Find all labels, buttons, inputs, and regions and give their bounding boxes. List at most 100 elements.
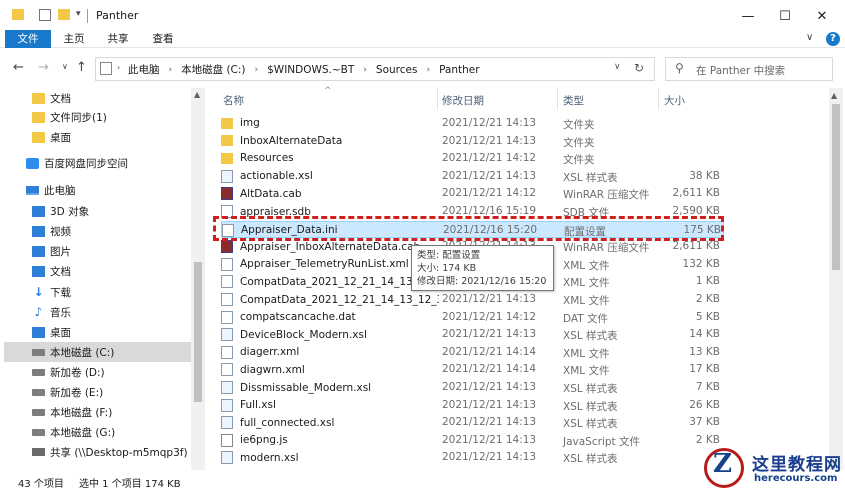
- nav-item[interactable]: 桌面: [0, 322, 190, 342]
- xsl-file-icon: [221, 416, 233, 430]
- nav-item[interactable]: 文件同步(1): [0, 107, 190, 127]
- tab-share[interactable]: 共享: [100, 30, 136, 48]
- file-row[interactable]: modern.xsl2021/12/21 14:13XSL 样式表1: [221, 449, 724, 466]
- back-arrow-icon[interactable]: ←: [13, 60, 24, 75]
- location-icon: [100, 62, 112, 75]
- file-row[interactable]: full_connected.xsl 2021/12/21 14:13 XSL 样式…: [221, 414, 724, 431]
- nav-item[interactable]: 视频: [0, 221, 190, 241]
- nav-item[interactable]: 文档: [0, 88, 190, 108]
- nav-scrollbar-thumb[interactable]: [194, 262, 202, 402]
- file-row[interactable]: compatscancache.dat 2021/12/21 14:12 DAT 文…: [221, 309, 724, 326]
- close-button[interactable]: ✕: [800, 0, 844, 32]
- crumb-sources[interactable]: Sources: [376, 64, 418, 76]
- file-size: 1 KB: [695, 275, 720, 288]
- file-size: 2,611 KB: [672, 240, 721, 253]
- nav-item-label: 此电脑: [44, 184, 76, 197]
- file-row[interactable]: Dissmissable_Modern.xsl 2021/12/21 14:13 X…: [221, 379, 724, 396]
- file-size: 5 KB: [695, 310, 720, 323]
- address-dropdown-icon[interactable]: ∨: [614, 62, 621, 72]
- crumb-drive-c[interactable]: 本地磁盘 (C:): [181, 62, 245, 77]
- column-divider[interactable]: [557, 88, 558, 110]
- tab-home[interactable]: 主页: [56, 30, 92, 48]
- nav-item[interactable]: 桌面: [0, 127, 190, 147]
- file-type: XSL 样式表: [563, 418, 618, 431]
- scroll-up-icon[interactable]: ▲: [831, 91, 837, 100]
- nav-item[interactable]: 图片: [0, 241, 190, 261]
- file-name-cell: CompatData_2021_12_21_14_13_08: [221, 275, 439, 289]
- xsl-file-icon: [221, 169, 233, 183]
- column-size[interactable]: 大小: [664, 93, 685, 108]
- crumb-windows-bt[interactable]: $WINDOWS.~BT: [267, 64, 354, 76]
- file-icon: [221, 293, 233, 306]
- file-size: 2 KB: [695, 433, 720, 446]
- nav-item[interactable]: ↓ 下载: [0, 282, 190, 302]
- file-row[interactable]: InboxAlternateData 2021/12/21 14:13 文件夹: [221, 133, 724, 150]
- file-tooltip: 类型: 配置设置 大小: 174 KB 修改日期: 2021/12/16 15:…: [411, 245, 554, 291]
- file-name-cell: Appraiser_TelemetryRunList.xml: [221, 257, 439, 271]
- refresh-icon[interactable]: ↻: [634, 61, 644, 75]
- tab-file[interactable]: 文件: [5, 30, 51, 48]
- expand-ribbon-icon[interactable]: ∨: [806, 32, 813, 43]
- file-row[interactable]: DeviceBlock_Modern.xsl 2021/12/21 14:13 XS…: [221, 326, 724, 343]
- file-date: 2021/12/21 14:13: [442, 433, 537, 446]
- tab-view[interactable]: 查看: [145, 30, 181, 48]
- file-type: 文件夹: [563, 119, 595, 131]
- file-type: JavaScript 文件: [563, 435, 640, 448]
- nav-item[interactable]: 此电脑: [0, 180, 190, 200]
- file-row[interactable]: Full.xsl 2021/12/21 14:13 XSL 样式表 26 KB: [221, 397, 724, 414]
- nav-item[interactable]: 本地磁盘 (C:): [4, 342, 191, 362]
- nav-item[interactable]: 文档: [0, 261, 190, 281]
- customize-toolbar-icon[interactable]: ▾: [76, 9, 81, 19]
- nav-item[interactable]: 百度网盘同步空间: [0, 153, 190, 173]
- watermark-url: herecours.com: [754, 473, 838, 484]
- column-divider[interactable]: [658, 88, 659, 110]
- column-divider[interactable]: [437, 88, 438, 110]
- nav-item[interactable]: 新加卷 (D:): [0, 362, 190, 382]
- file-row[interactable]: Resources 2021/12/21 14:12 文件夹: [221, 150, 724, 167]
- file-date: 2021/12/21 14:13: [442, 293, 537, 305]
- properties-icon[interactable]: [39, 9, 51, 21]
- nav-item[interactable]: 新加卷 (E:): [0, 382, 190, 402]
- forward-arrow-icon[interactable]: →: [38, 60, 49, 75]
- help-icon[interactable]: ?: [826, 32, 840, 46]
- column-header: 名称 修改日期 类型 大小: [213, 88, 828, 110]
- scroll-up-icon[interactable]: ▲: [194, 90, 200, 99]
- file-type: XML 文件: [563, 365, 610, 378]
- folder-icon: [32, 111, 45, 123]
- document-icon: [32, 265, 45, 277]
- file-row[interactable]: ie6png.js 2021/12/21 14:13 JavaScript 文件 2 …: [221, 432, 724, 449]
- file-size: 132 KB: [682, 257, 720, 270]
- file-scrollbar-thumb[interactable]: [832, 104, 840, 270]
- nav-item[interactable]: 本地磁盘 (F:): [0, 402, 190, 422]
- nav-item[interactable]: ♪ 音乐: [0, 302, 190, 322]
- file-size: 7 KB: [695, 381, 720, 393]
- chevron-right-icon: ›: [117, 63, 121, 72]
- file-row[interactable]: img 2021/12/21 14:13 文件夹: [221, 115, 724, 132]
- column-type[interactable]: 类型: [563, 93, 584, 108]
- winrar-archive-icon: [221, 240, 233, 254]
- column-name[interactable]: 名称: [223, 93, 244, 108]
- column-date[interactable]: 修改日期: [442, 93, 484, 108]
- file-row[interactable]: diagwrn.xml 2021/12/21 14:14 XML 文件 17 KB: [221, 361, 724, 378]
- search-input[interactable]: 在 Panther 中搜索: [696, 63, 785, 78]
- file-icon: [221, 257, 233, 271]
- up-arrow-icon[interactable]: ↑: [76, 60, 87, 75]
- nav-item-label: 新加卷 (D:): [50, 366, 105, 379]
- file-name: compatscancache.dat: [240, 311, 356, 324]
- crumb-this-pc[interactable]: 此电脑: [128, 62, 160, 77]
- crumb-panther[interactable]: Panther: [439, 64, 480, 76]
- file-row[interactable]: actionable.xsl 2021/12/21 14:13 XSL 样式表 38 …: [221, 168, 724, 185]
- file-row[interactable]: AltData.cab 2021/12/21 14:12 WinRAR 压缩文件 2,…: [221, 185, 724, 202]
- chevron-right-icon: ›: [426, 64, 431, 75]
- nav-item[interactable]: 共享 (\\Desktop-m5mqp3f) (Z: [0, 442, 202, 462]
- nav-item[interactable]: 本地磁盘 (G:): [0, 422, 190, 442]
- new-folder-icon[interactable]: [58, 9, 70, 20]
- recent-locations-icon[interactable]: ∨: [62, 62, 68, 71]
- file-name: DeviceBlock_Modern.xsl: [240, 328, 367, 341]
- folder-icon: [32, 131, 45, 143]
- file-row[interactable]: CompatData_2021_12_21_14_13_12_3... 2021/…: [221, 291, 724, 308]
- file-row[interactable]: diagerr.xml 2021/12/21 14:14 XML 文件 13 KB: [221, 344, 724, 361]
- file-name-cell: DeviceBlock_Modern.xsl: [221, 328, 439, 342]
- nav-item[interactable]: 3D 对象: [0, 201, 190, 221]
- ribbon-tabs: 文件 主页 共享 查看 ∨ ?: [0, 30, 845, 48]
